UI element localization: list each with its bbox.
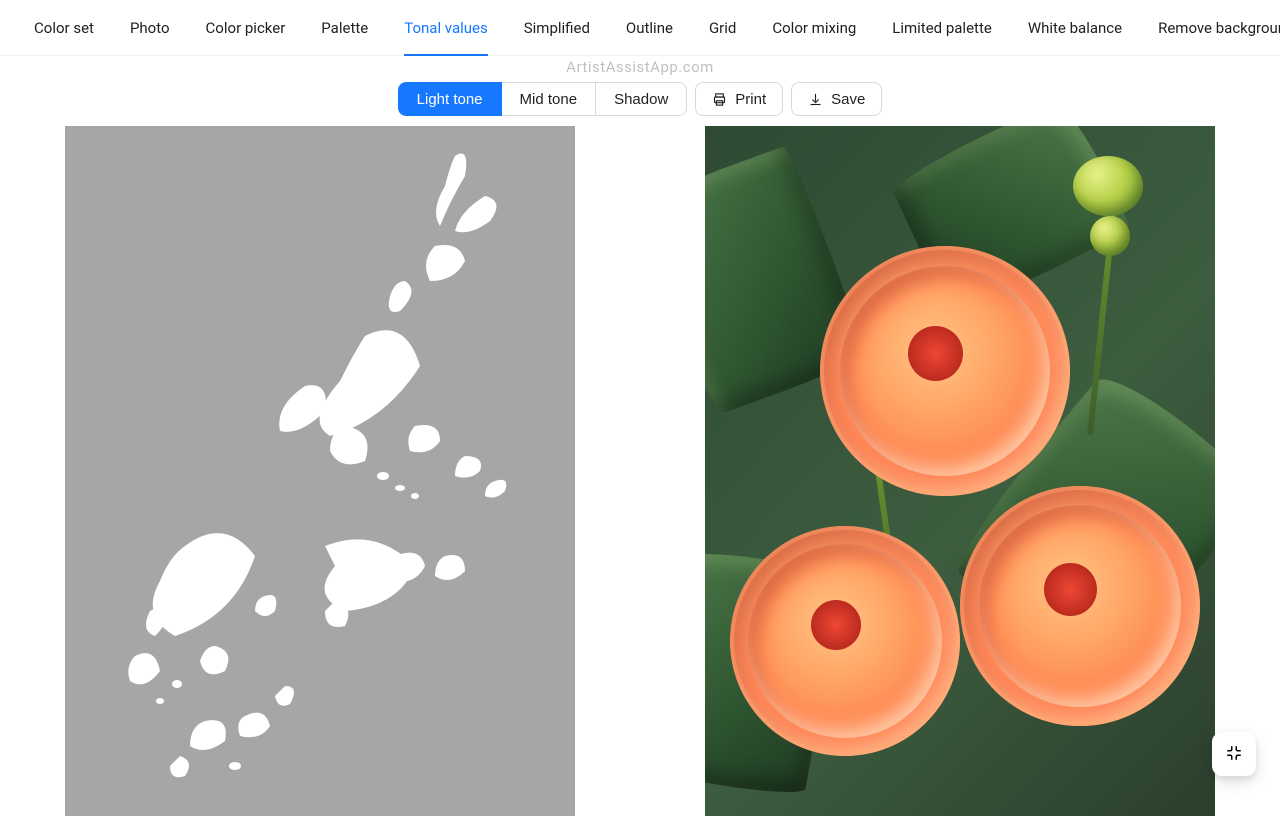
- tab-label: Photo: [130, 19, 170, 37]
- tab-label: Limited palette: [892, 19, 992, 37]
- tone-toolbar: Light tone Mid tone Shadow Print Save: [0, 82, 1280, 116]
- tab-label: Color mixing: [772, 19, 856, 37]
- tab-label: Remove background: [1158, 19, 1280, 37]
- tab-label: Palette: [321, 19, 368, 37]
- tab-tonal-values[interactable]: Tonal values: [386, 0, 506, 56]
- tone-option-label: Mid tone: [520, 91, 578, 108]
- print-button-label: Print: [735, 91, 766, 108]
- tab-simplified[interactable]: Simplified: [506, 0, 608, 56]
- tab-label: Color set: [34, 19, 94, 37]
- tonal-output-panel[interactable]: [65, 126, 575, 816]
- tab-outline[interactable]: Outline: [608, 0, 691, 56]
- exit-fullscreen-button[interactable]: [1212, 732, 1256, 776]
- tone-option-shadow[interactable]: Shadow: [596, 82, 687, 116]
- tone-segmented: Light tone Mid tone Shadow: [398, 82, 688, 116]
- download-icon: [808, 92, 823, 107]
- tab-label: Grid: [709, 19, 736, 37]
- tab-label: Tonal values: [404, 19, 488, 37]
- save-button-label: Save: [831, 91, 865, 108]
- tab-color-picker[interactable]: Color picker: [188, 0, 304, 56]
- tab-remove-background[interactable]: Remove background: [1140, 0, 1280, 56]
- canvas-area: [0, 126, 1280, 816]
- tone-option-label: Light tone: [417, 91, 483, 108]
- tab-white-balance[interactable]: White balance: [1010, 0, 1140, 56]
- tab-label: Simplified: [524, 19, 590, 37]
- source-photo-panel[interactable]: [705, 126, 1215, 816]
- main-tabs: Color set Photo Color picker Palette Ton…: [0, 0, 1280, 56]
- tab-color-set[interactable]: Color set: [16, 0, 112, 56]
- tab-label: Outline: [626, 19, 673, 37]
- tab-palette[interactable]: Palette: [303, 0, 386, 56]
- tone-option-light[interactable]: Light tone: [398, 82, 502, 116]
- compress-icon: [1225, 744, 1243, 765]
- tab-label: White balance: [1028, 19, 1122, 37]
- watermark-text: ArtistAssistApp.com: [0, 58, 1280, 76]
- tab-limited-palette[interactable]: Limited palette: [874, 0, 1010, 56]
- tab-photo[interactable]: Photo: [112, 0, 188, 56]
- tone-option-label: Shadow: [614, 91, 668, 108]
- tone-option-mid[interactable]: Mid tone: [502, 82, 597, 116]
- save-button[interactable]: Save: [791, 82, 882, 116]
- tab-color-mixing[interactable]: Color mixing: [754, 0, 874, 56]
- tab-label: Color picker: [206, 19, 286, 37]
- tab-grid[interactable]: Grid: [691, 0, 754, 56]
- print-icon: [712, 92, 727, 107]
- print-button[interactable]: Print: [695, 82, 783, 116]
